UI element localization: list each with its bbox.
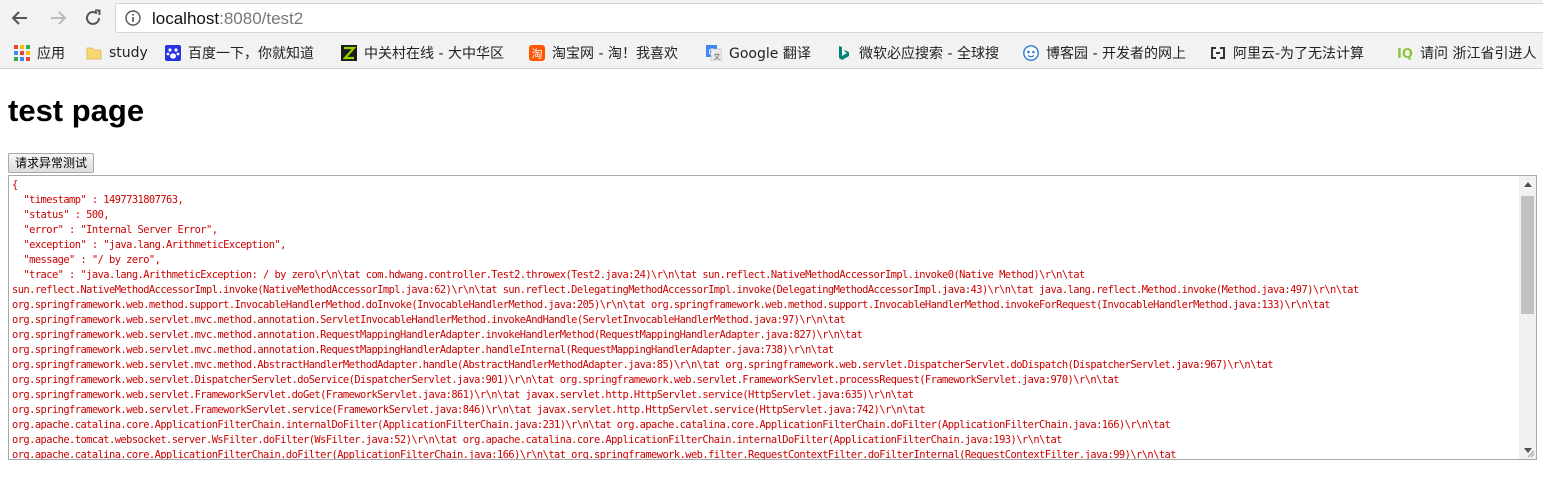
address-bar[interactable]: localhost:8080/test2	[115, 3, 1543, 33]
bookmark-cnblogs[interactable]: 博客园 - 开发者的网上	[1023, 44, 1196, 62]
response-textarea[interactable]: { "timestamp" : 1497731807763, "status" …	[8, 175, 1537, 460]
bookmark-bing[interactable]: 微软必应搜索 - 全球搜	[836, 44, 1012, 62]
url-host: localhost	[152, 9, 220, 28]
aliyun-icon	[1211, 47, 1225, 59]
bookmark-aliyun[interactable]: 阿里云-为了无法计算	[1210, 44, 1388, 62]
url-path: :8080/test2	[219, 9, 304, 28]
bookmark-zol[interactable]: 中关村在线 - 大中华区	[341, 44, 519, 62]
bookmark-label: 淘宝网 - 淘！我喜欢	[552, 46, 678, 62]
bookmark-label: 博客园 - 开发者的网上	[1046, 46, 1186, 62]
svg-text:文: 文	[714, 52, 721, 61]
url-text: localhost:8080/test2	[152, 9, 303, 29]
bookmarks-bar: 应用 study 百度一下，你就知道 中关村在线 - 大中华区 淘 淘宝网 - …	[0, 37, 1543, 69]
svg-text:淘: 淘	[532, 48, 543, 61]
vertical-scrollbar[interactable]	[1519, 176, 1536, 459]
bookmark-google-translate[interactable]: G 文 Google 翻译	[706, 44, 811, 62]
info-circle-icon[interactable]	[125, 10, 141, 26]
bookmark-zhejiang[interactable]: IQ 请问 浙江省引进人	[1397, 44, 1543, 62]
svg-text:IQ: IQ	[1397, 47, 1413, 61]
taobao-icon: 淘	[529, 45, 545, 61]
apps-grid-icon	[14, 45, 30, 61]
bookmark-label: 中关村在线 - 大中华区	[364, 46, 504, 62]
baidu-paw-icon	[165, 45, 181, 61]
zhihu-icon: IQ	[1397, 47, 1413, 61]
bookmark-label: Google 翻译	[729, 46, 811, 62]
bing-icon	[839, 46, 849, 60]
bookmark-label: 请问 浙江省引进人	[1420, 46, 1537, 62]
bookmark-study[interactable]: study	[86, 44, 148, 62]
back-button[interactable]	[6, 4, 34, 32]
response-text: { "timestamp" : 1497731807763, "status" …	[12, 179, 1359, 460]
reload-button[interactable]	[79, 4, 107, 32]
bookmark-taobao[interactable]: 淘 淘宝网 - 淘！我喜欢	[529, 44, 678, 62]
forward-arrow-icon	[51, 11, 67, 25]
resize-grip-icon[interactable]	[1525, 448, 1535, 458]
bookmark-baidu[interactable]: 百度一下，你就知道	[165, 44, 314, 62]
bookmark-label: 阿里云-为了无法计算	[1233, 46, 1365, 62]
cnblogs-icon	[1023, 45, 1039, 61]
request-exception-test-button[interactable]: 请求异常测试	[8, 153, 95, 173]
back-arrow-icon	[11, 11, 27, 25]
zol-icon	[341, 45, 357, 61]
bookmark-apps[interactable]: 应用	[14, 44, 65, 62]
page-title: test page	[8, 93, 145, 128]
bookmark-label: 应用	[37, 46, 65, 62]
bookmark-label: 微软必应搜索 - 全球搜	[859, 46, 999, 62]
bookmark-label: 百度一下，你就知道	[188, 46, 314, 62]
forward-button[interactable]	[44, 4, 72, 32]
google-translate-icon: G 文	[706, 45, 722, 61]
browser-toolbar: localhost:8080/test2	[0, 0, 1543, 37]
reload-icon	[86, 9, 101, 25]
bookmark-label: study	[109, 45, 148, 61]
folder-icon	[86, 47, 102, 60]
scrollbar-thumb[interactable]	[1521, 196, 1534, 314]
scroll-up-arrow-icon[interactable]	[1519, 176, 1536, 193]
